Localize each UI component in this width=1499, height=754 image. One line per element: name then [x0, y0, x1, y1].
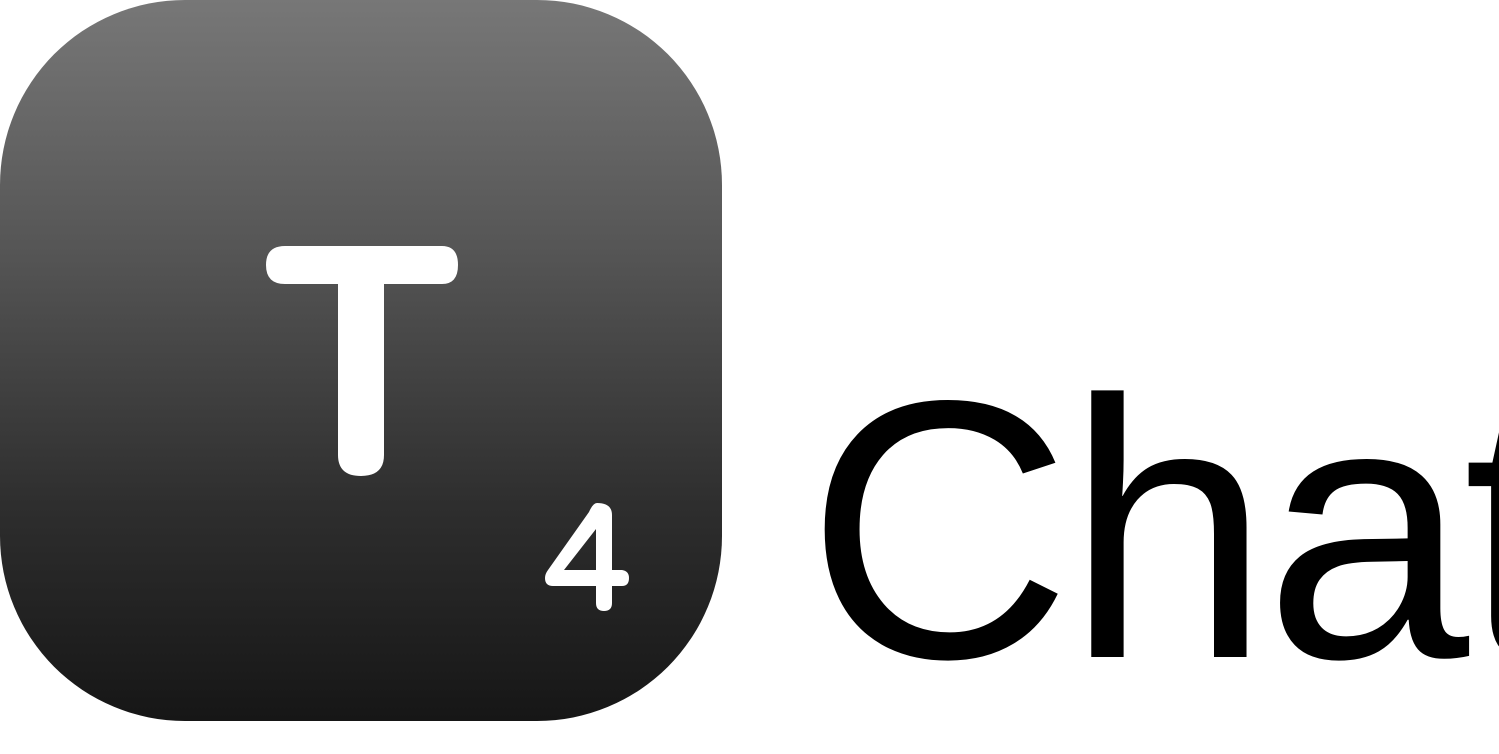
wordmark: Chat: [806, 324, 1499, 735]
t4-chat-logo: Chat: [0, 0, 1499, 754]
four-glyph: [545, 503, 629, 611]
t-glyph: [266, 246, 458, 476]
logo-tile: [0, 0, 722, 721]
t-letter-icon: [266, 246, 629, 611]
